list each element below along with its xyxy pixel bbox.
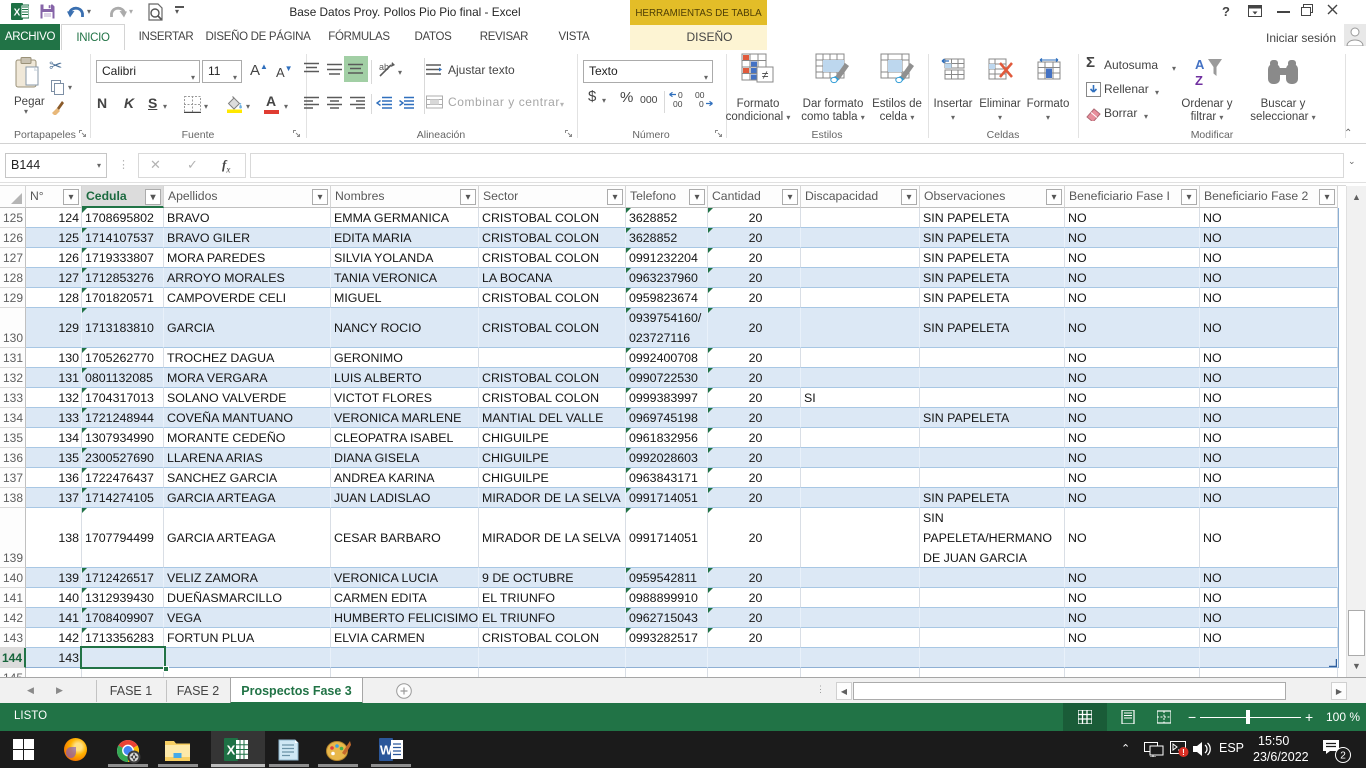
- svg-text:≠: ≠: [762, 68, 769, 82]
- svg-text:X: X: [14, 8, 21, 19]
- svg-text:2: 2: [1340, 751, 1346, 762]
- svg-text:00: 00: [673, 99, 683, 108]
- svg-text:!: !: [1182, 748, 1185, 757]
- svg-text:W: W: [380, 743, 393, 758]
- svg-text:X: X: [227, 743, 236, 758]
- svg-text:ab: ab: [379, 62, 389, 72]
- svg-text:A: A: [1195, 57, 1205, 72]
- svg-text:Z: Z: [1195, 73, 1203, 88]
